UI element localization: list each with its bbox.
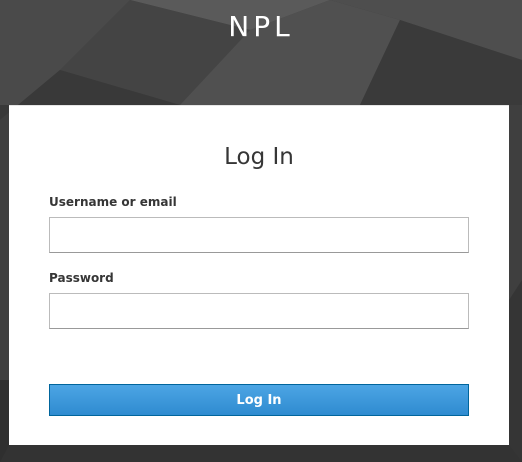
password-input[interactable] bbox=[49, 293, 469, 329]
username-input[interactable] bbox=[49, 217, 469, 253]
login-card: Log In Username or email Password Log In bbox=[9, 105, 509, 445]
brand-title: NPL bbox=[228, 10, 294, 43]
password-label: Password bbox=[49, 271, 114, 285]
login-title: Log In bbox=[224, 144, 294, 170]
username-label: Username or email bbox=[49, 195, 177, 209]
login-button[interactable]: Log In bbox=[49, 384, 469, 416]
